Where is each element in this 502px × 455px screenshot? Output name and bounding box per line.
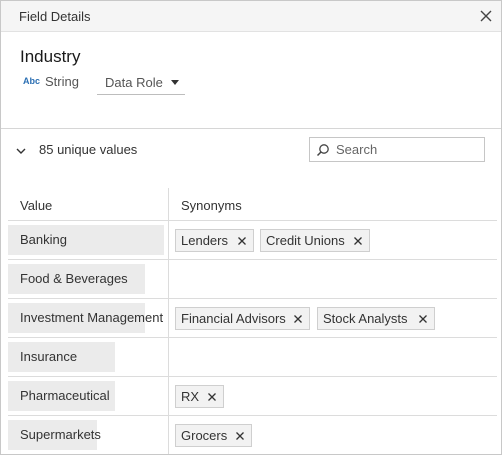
table-row: Banking Lenders Credit Unions <box>8 221 497 260</box>
data-role-dropdown[interactable]: Data Role <box>97 71 185 95</box>
value-text: Food & Beverages <box>20 271 128 286</box>
value-text: Banking <box>20 232 67 247</box>
value-cell[interactable]: Investment Management <box>8 303 163 333</box>
values-table: Value Synonyms Banking Lenders Credit Un… <box>8 188 497 454</box>
remove-icon[interactable] <box>237 236 247 246</box>
collapse-values-toggle[interactable] <box>15 144 27 156</box>
value-text: Supermarkets <box>20 427 101 442</box>
synonym-chip[interactable]: Stock Analysts <box>317 307 435 330</box>
synonym-text: Credit Unions <box>266 233 345 248</box>
search-box[interactable] <box>309 137 485 162</box>
field-details-dialog: Field Details Industry Abc String Data R… <box>0 0 502 455</box>
table-row: Food & Beverages <box>8 260 497 299</box>
table-row: Insurance <box>8 338 497 377</box>
unique-values-count: 85 unique values <box>39 142 138 157</box>
dialog-title: Field Details <box>19 9 91 24</box>
column-divider <box>168 188 169 454</box>
synonym-text: RX <box>181 389 200 404</box>
remove-icon[interactable] <box>353 236 363 246</box>
section-divider <box>1 128 501 129</box>
synonym-text: Stock Analysts <box>323 311 408 326</box>
search-icon <box>316 144 329 157</box>
data-role-label: Data Role <box>105 75 163 90</box>
field-name: Industry <box>20 47 81 66</box>
table-header: Value Synonyms <box>8 188 497 221</box>
dialog-titlebar: Field Details <box>1 1 501 32</box>
table-row: Supermarkets Grocers <box>8 416 497 454</box>
remove-icon[interactable] <box>207 392 217 402</box>
synonym-chip[interactable]: Grocers <box>175 424 252 447</box>
value-cell[interactable]: Banking <box>8 225 164 255</box>
synonym-text: Grocers <box>181 428 228 443</box>
chevron-down-icon <box>16 148 26 154</box>
value-cell[interactable]: Supermarkets <box>8 420 101 450</box>
caret-down-icon <box>171 80 179 85</box>
table-row: Pharmaceutical RX <box>8 377 497 416</box>
column-header-synonyms: Synonyms <box>181 198 242 213</box>
search-input[interactable] <box>336 140 482 159</box>
synonym-text: Financial Advisors <box>181 311 286 326</box>
value-cell[interactable]: Food & Beverages <box>8 264 145 294</box>
column-header-value: Value <box>20 198 53 213</box>
value-cell[interactable]: Pharmaceutical <box>8 381 115 411</box>
table-row: Investment Management Financial Advisors… <box>8 299 497 338</box>
synonym-chip[interactable]: Lenders <box>175 229 254 252</box>
close-icon <box>480 10 492 22</box>
value-text: Pharmaceutical <box>20 388 110 403</box>
synonym-text: Lenders <box>181 233 228 248</box>
synonym-chip[interactable]: Financial Advisors <box>175 307 310 330</box>
string-type-icon: Abc <box>23 76 41 86</box>
value-cell[interactable]: Insurance <box>8 342 115 372</box>
field-type-label: String <box>45 74 79 89</box>
value-text: Insurance <box>20 349 78 364</box>
remove-icon[interactable] <box>418 314 428 324</box>
synonym-chip[interactable]: Credit Unions <box>260 229 370 252</box>
remove-icon[interactable] <box>235 431 245 441</box>
value-text: Investment Management <box>20 310 164 325</box>
synonym-chip[interactable]: RX <box>175 385 224 408</box>
close-button[interactable] <box>477 7 495 25</box>
remove-icon[interactable] <box>293 314 303 324</box>
